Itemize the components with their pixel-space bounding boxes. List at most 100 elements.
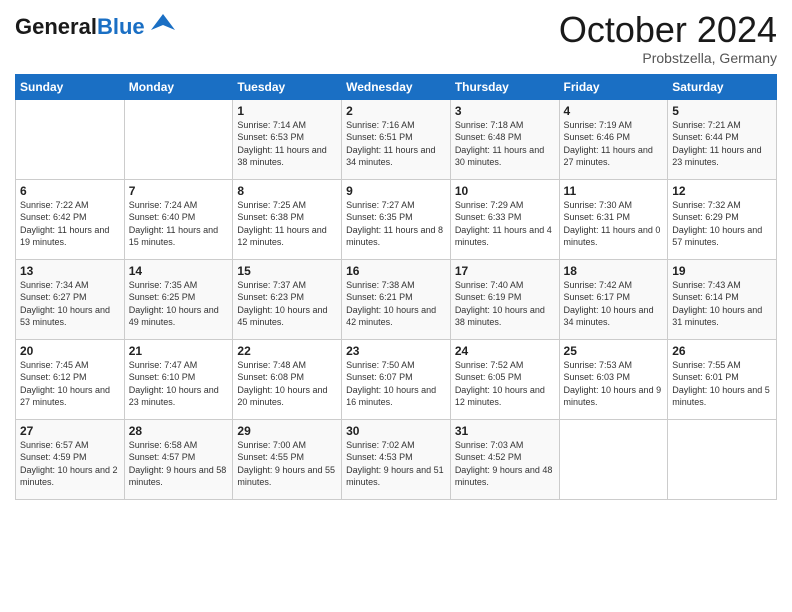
day-number: 9 (346, 184, 446, 198)
sunset-text: Sunset: 6:27 PM (20, 292, 87, 302)
daylight-text: Daylight: 10 hours and 38 minutes. (455, 305, 545, 328)
table-row: 21Sunrise: 7:47 AMSunset: 6:10 PMDayligh… (124, 339, 233, 419)
sunrise-text: Sunrise: 7:16 AM (346, 120, 415, 130)
sunset-text: Sunset: 6:03 PM (564, 372, 631, 382)
sunrise-text: Sunrise: 7:32 AM (672, 200, 741, 210)
day-info: Sunrise: 7:40 AM Sunset: 6:19 PM Daylight:… (455, 279, 555, 329)
sunrise-text: Sunrise: 7:37 AM (237, 280, 306, 290)
table-row: 24Sunrise: 7:52 AMSunset: 6:05 PMDayligh… (450, 339, 559, 419)
day-info: Sunrise: 7:16 AMSunset: 6:51 PMDaylight:… (346, 119, 446, 169)
day-number: 22 (237, 344, 337, 358)
sunset-text: Sunset: 6:40 PM (129, 212, 196, 222)
sunset-text: Sunset: 4:59 PM (20, 452, 87, 462)
sunrise-text: Sunrise: 7:14 AM (237, 120, 306, 130)
sunrise-text: Sunrise: 7:43 AM (672, 280, 741, 290)
day-info: Sunrise: 7:38 AMSunset: 6:21 PMDaylight:… (346, 279, 446, 329)
sunrise-text: Sunrise: 7:03 AM (455, 440, 524, 450)
table-row: 30Sunrise: 7:02 AMSunset: 4:53 PMDayligh… (342, 419, 451, 499)
day-number: 29 (237, 424, 337, 438)
table-row: 9Sunrise: 7:27 AMSunset: 6:35 PMDaylight… (342, 179, 451, 259)
daylight-text: Daylight: 11 hours and 8 minutes. (346, 225, 443, 248)
sunset-text: Sunset: 4:52 PM (455, 452, 522, 462)
daylight-text: Daylight: 10 hours and 53 minutes. (20, 305, 110, 328)
sunrise-text: Sunrise: 7:52 AM (455, 360, 524, 370)
sunset-text: Sunset: 6:19 PM (455, 292, 522, 302)
daylight-text: Daylight: 10 hours and 9 minutes. (564, 385, 662, 408)
day-number: 26 (672, 344, 772, 358)
day-info: Sunrise: 7:37 AMSunset: 6:23 PMDaylight:… (237, 279, 337, 329)
sunset-text: Sunset: 6:46 PM (564, 132, 631, 142)
daylight-text: Daylight: 11 hours and 38 minutes. (237, 145, 326, 168)
day-info: Sunrise: 7:18 AMSunset: 6:48 PMDaylight:… (455, 119, 555, 169)
calendar-page: GeneralBlue October 2024 Probstzella, Ge… (0, 0, 792, 612)
sunset-text: Sunset: 6:17 PM (564, 292, 631, 302)
table-row: 17Sunrise: 7:40 AMSunset: 6:19 PMDayligh… (450, 259, 559, 339)
col-thursday: Thursday (450, 74, 559, 99)
table-row: 12Sunrise: 7:32 AMSunset: 6:29 PMDayligh… (668, 179, 777, 259)
day-info: Sunrise: 7:50 AMSunset: 6:07 PMDaylight:… (346, 359, 446, 409)
day-number: 8 (237, 184, 337, 198)
day-info: Sunrise: 7:22 AMSunset: 6:42 PMDaylight:… (20, 199, 120, 249)
day-number: 3 (455, 104, 555, 118)
sunset-text: Sunset: 6:10 PM (129, 372, 196, 382)
day-number: 21 (129, 344, 229, 358)
sunset-text: Sunset: 4:57 PM (129, 452, 196, 462)
day-info: Sunrise: 7:03 AM Sunset: 4:52 PM Daylight:… (455, 439, 555, 489)
daylight-text: Daylight: 9 hours and 48 minutes. (455, 465, 553, 488)
day-number: 19 (672, 264, 772, 278)
day-info: Sunrise: 7:53 AM Sunset: 6:03 PM Daylight:… (564, 359, 664, 409)
daylight-text: Daylight: 10 hours and 57 minutes. (672, 225, 762, 248)
month-title: October 2024 (559, 10, 777, 50)
col-tuesday: Tuesday (233, 74, 342, 99)
sunrise-text: Sunrise: 7:35 AM (129, 280, 198, 290)
daylight-text: Daylight: 10 hours and 49 minutes. (129, 305, 219, 328)
header: GeneralBlue October 2024 Probstzella, Ge… (15, 10, 777, 66)
col-sunday: Sunday (16, 74, 125, 99)
sunset-text: Sunset: 6:25 PM (129, 292, 196, 302)
day-info: Sunrise: 7:24 AMSunset: 6:40 PMDaylight:… (129, 199, 229, 249)
table-row: 23Sunrise: 7:50 AMSunset: 6:07 PMDayligh… (342, 339, 451, 419)
col-friday: Friday (559, 74, 668, 99)
sunrise-text: Sunrise: 7:40 AM (455, 280, 524, 290)
daylight-text: Daylight: 11 hours and 23 minutes. (672, 145, 761, 168)
day-number: 6 (20, 184, 120, 198)
title-area: October 2024 Probstzella, Germany (559, 10, 777, 66)
day-number: 28 (129, 424, 229, 438)
table-row: 7Sunrise: 7:24 AMSunset: 6:40 PMDaylight… (124, 179, 233, 259)
sunset-text: Sunset: 6:07 PM (346, 372, 413, 382)
daylight-text: Daylight: 10 hours and 27 minutes. (20, 385, 110, 408)
table-row: 25Sunrise: 7:53 AMSunset: 6:03 PMDayligh… (559, 339, 668, 419)
sunrise-text: Sunrise: 7:21 AM (672, 120, 741, 130)
logo-blue: Blue (97, 14, 145, 39)
day-info: Sunrise: 7:34 AM Sunset: 6:27 PM Daylight:… (20, 279, 120, 329)
sunrise-text: Sunrise: 7:19 AM (564, 120, 633, 130)
sunrise-text: Sunrise: 7:00 AM (237, 440, 306, 450)
day-number: 27 (20, 424, 120, 438)
calendar-body: 1Sunrise: 7:14 AMSunset: 6:53 PMDaylight… (16, 99, 777, 499)
sunrise-text: Sunrise: 7:53 AM (564, 360, 633, 370)
sunrise-text: Sunrise: 7:38 AM (346, 280, 415, 290)
sunrise-text: Sunrise: 7:47 AM (129, 360, 198, 370)
sunrise-text: Sunrise: 7:34 AM (20, 280, 89, 290)
table-row: 26Sunrise: 7:55 AMSunset: 6:01 PMDayligh… (668, 339, 777, 419)
sunset-text: Sunset: 6:44 PM (672, 132, 739, 142)
sunrise-text: Sunrise: 6:57 AM (20, 440, 89, 450)
sunset-text: Sunset: 6:53 PM (237, 132, 304, 142)
daylight-text: Daylight: 9 hours and 51 minutes. (346, 465, 444, 488)
table-row: 29Sunrise: 7:00 AMSunset: 4:55 PMDayligh… (233, 419, 342, 499)
sunrise-text: Sunrise: 7:55 AM (672, 360, 741, 370)
day-info: Sunrise: 7:29 AMSunset: 6:33 PMDaylight:… (455, 199, 555, 249)
table-row: 19Sunrise: 7:43 AMSunset: 6:14 PMDayligh… (668, 259, 777, 339)
table-row: 1Sunrise: 7:14 AMSunset: 6:53 PMDaylight… (233, 99, 342, 179)
daylight-text: Daylight: 9 hours and 55 minutes. (237, 465, 335, 488)
day-info: Sunrise: 7:00 AMSunset: 4:55 PMDaylight:… (237, 439, 337, 489)
table-row (124, 99, 233, 179)
daylight-text: Daylight: 10 hours and 5 minutes. (672, 385, 770, 408)
day-number: 18 (564, 264, 664, 278)
sunset-text: Sunset: 6:51 PM (346, 132, 413, 142)
table-row: 22Sunrise: 7:48 AMSunset: 6:08 PMDayligh… (233, 339, 342, 419)
logo-general: General (15, 14, 97, 39)
day-number: 15 (237, 264, 337, 278)
day-number: 2 (346, 104, 446, 118)
calendar-table: Sunday Monday Tuesday Wednesday Thursday… (15, 74, 777, 500)
